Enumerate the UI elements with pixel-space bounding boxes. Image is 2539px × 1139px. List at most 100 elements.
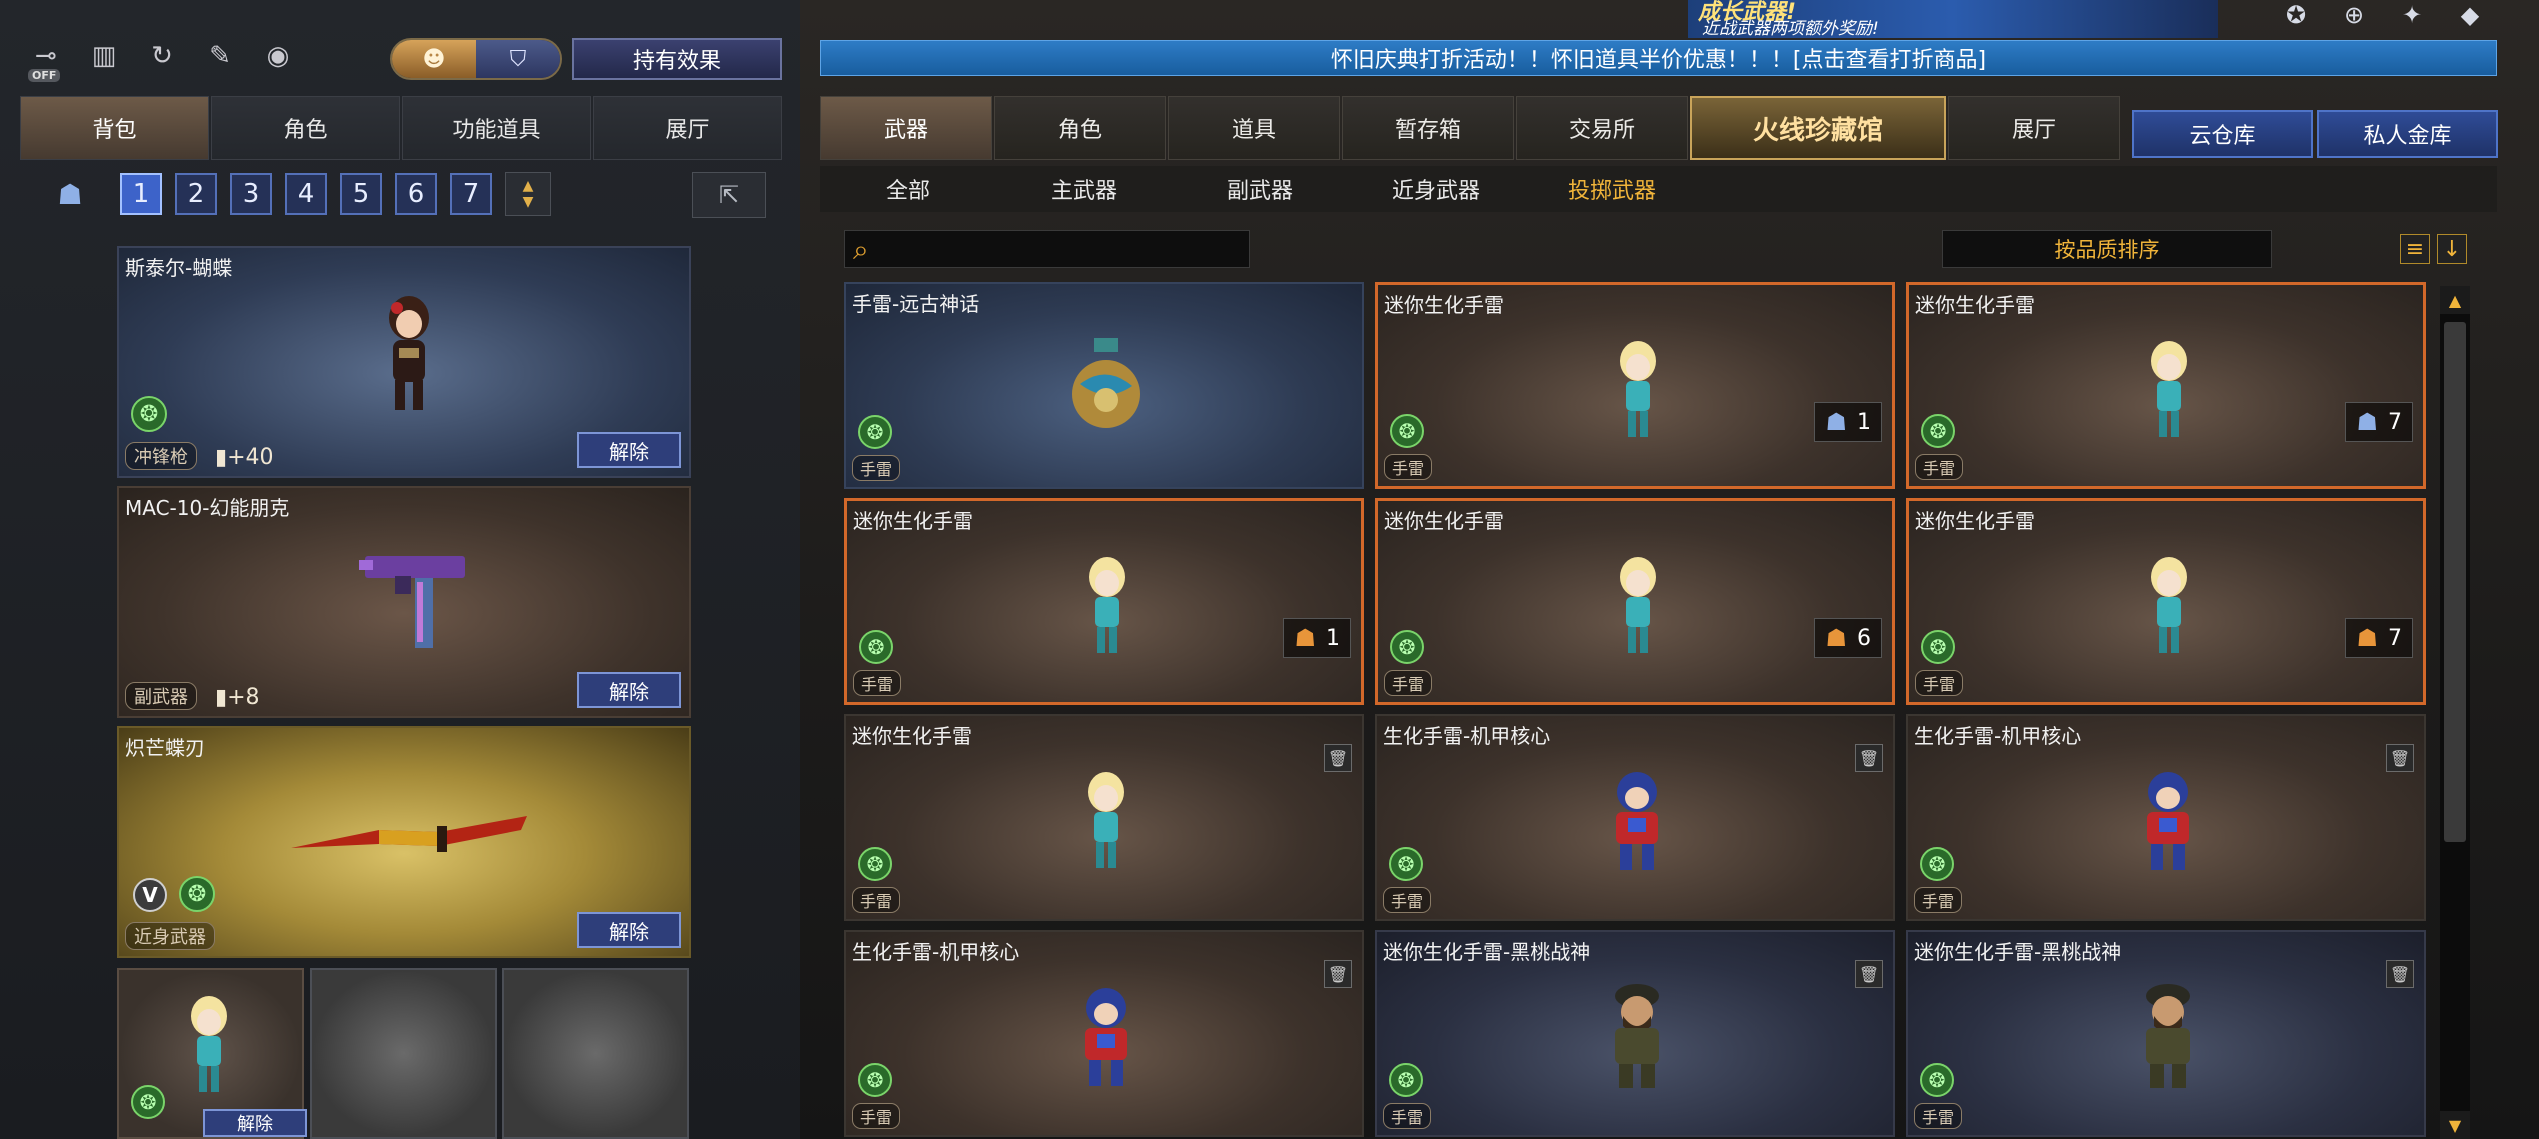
trash-icon[interactable]: 🗑 (2386, 960, 2414, 988)
reward-badge-icon: ❂ (131, 1085, 165, 1119)
mini-character-sprite (2151, 557, 2187, 653)
tab-backpack[interactable]: 背包 (20, 96, 209, 160)
trash-icon[interactable]: 🗑 (1855, 960, 1883, 988)
filter-secondary[interactable]: 副武器 (1172, 173, 1348, 205)
mini-character-sprite (191, 996, 227, 1092)
trash-icon[interactable]: 🗑 (2386, 744, 2414, 772)
item-card[interactable]: 迷你生化手雷 ☗ 1 ❂ 手雷 (844, 498, 1364, 705)
discount-notice[interactable]: 怀旧庆典打折活动！！怀旧道具半价优惠！！！[点击查看打折商品] (820, 40, 2497, 76)
backpack-page-row: ☗ 1 2 3 4 5 6 7 ▲ ▼ (50, 172, 551, 216)
backpack-icon: ☗ (2356, 408, 2378, 436)
backpack-icon: ☗ (57, 177, 83, 211)
crosshair-icon[interactable]: ⊕ (2336, 0, 2372, 30)
weapon-icon[interactable]: ✦ (2394, 0, 2430, 30)
page-scroll-arrows[interactable]: ▲ ▼ (505, 172, 551, 216)
right-tabs: 武器 角色 道具 暂存箱 交易所 火线珍藏馆 展厅 (820, 96, 2120, 160)
scroll-down-icon[interactable]: ▼ (2440, 1111, 2470, 1139)
podium-icon[interactable]: ▥ (82, 34, 126, 78)
equipped-slot-secondary[interactable]: MAC-10-幻能朋克 副武器 ▮+8 解除 (117, 486, 691, 718)
toggle-off-icon[interactable]: ⊸ OFF (24, 34, 68, 82)
item-card[interactable]: 迷你生化手雷 ☗ 7 ❂ 手雷 (1906, 282, 2426, 489)
tab-items[interactable]: 道具 (1168, 96, 1340, 160)
item-count-value: 1 (1857, 409, 1871, 435)
page-button-4[interactable]: 4 (285, 173, 327, 215)
holding-effect-button[interactable]: 持有效果 (572, 38, 782, 80)
mode-toggle[interactable]: ☻ ⛉ (390, 38, 562, 80)
reward-badge-icon: ❂ (1920, 847, 1954, 881)
equipped-slot-throwable[interactable]: ❂ 解除 (117, 968, 307, 1139)
tab-collection-museum[interactable]: 火线珍藏馆 (1690, 96, 1946, 160)
trash-icon[interactable]: 🗑 (1855, 744, 1883, 772)
item-grid-scrollbar[interactable]: ▲ ▼ (2440, 286, 2470, 1139)
unequip-button[interactable]: 解除 (577, 432, 681, 468)
filter-primary[interactable]: 主武器 (996, 173, 1172, 205)
pistol-sprite (359, 556, 465, 648)
empty-slot[interactable] (502, 968, 689, 1139)
character-mode-icon[interactable]: ☻ (392, 40, 476, 78)
medal-icon[interactable]: ✪ (2278, 0, 2314, 30)
trash-icon[interactable]: 🗑 (1324, 744, 1352, 772)
trash-icon[interactable]: 🗑 (1324, 960, 1352, 988)
page-button-1[interactable]: 1 (120, 173, 162, 215)
list-view-icon[interactable]: ≡ (2400, 234, 2430, 264)
sort-dropdown[interactable]: 按品质排序 (1942, 230, 2272, 268)
tab-exchange[interactable]: 交易所 (1516, 96, 1688, 160)
top-toolbar: ⊸ OFF ▥ ↻ ✎ ◉ (24, 34, 300, 82)
transfer-button[interactable]: ⇱ (692, 172, 766, 218)
item-type: 手雷 (1914, 887, 1963, 913)
tab-characters[interactable]: 角色 (994, 96, 1166, 160)
replay-icon[interactable]: ↻ (140, 34, 184, 78)
scroll-thumb[interactable] (2444, 322, 2466, 842)
arrow-down-icon[interactable]: ▼ (523, 194, 534, 210)
page-button-3[interactable]: 3 (230, 173, 272, 215)
page-button-5[interactable]: 5 (340, 173, 382, 215)
scroll-up-icon[interactable]: ▲ (2440, 286, 2470, 314)
shield-mode-icon[interactable]: ⛉ (476, 40, 560, 78)
item-card[interactable]: 手雷-远古神话 ❂ 手雷 (844, 282, 1364, 489)
equipped-slot-primary[interactable]: 斯泰尔-蝴蝶 ❂ 冲锋枪 ▮+40 解除 (117, 246, 691, 478)
promo-banner[interactable]: 成长武器! 近战武器两项额外奖励! (1688, 0, 2218, 39)
page-button-6[interactable]: 6 (395, 173, 437, 215)
tab-showroom[interactable]: 展厅 (593, 96, 782, 160)
tab-character[interactable]: 角色 (211, 96, 400, 160)
equipped-slot-melee[interactable]: 炽芒蝶刃 V ❂ 近身武器 解除 (117, 726, 691, 958)
arrow-up-icon[interactable]: ▲ (523, 178, 534, 194)
sort-direction-icon[interactable]: ↓ (2437, 234, 2467, 264)
ammo-bonus: ▮+40 (215, 445, 274, 470)
item-card[interactable]: 生化手雷-机甲核心 🗑 ❂ 手雷 (1375, 714, 1895, 921)
private-vault-button[interactable]: 私人金库 (2317, 110, 2498, 158)
reward-badge-icon: ❂ (858, 415, 892, 449)
item-card[interactable]: 迷你生化手雷 ☗ 7 ❂ 手雷 (1906, 498, 2426, 705)
transfer-icon: ⇱ (718, 181, 740, 209)
item-count-value: 7 (2388, 409, 2402, 435)
page-button-7[interactable]: 7 (450, 173, 492, 215)
tab-storage-box[interactable]: 暂存箱 (1342, 96, 1514, 160)
search-input[interactable]: ⌕ (844, 230, 1250, 268)
filter-melee[interactable]: 近身武器 (1348, 173, 1524, 205)
unequip-button[interactable]: 解除 (203, 1109, 307, 1137)
tab-showroom-right[interactable]: 展厅 (1948, 96, 2120, 160)
item-name: 迷你生化手雷-黑桃战神 (1383, 940, 1591, 964)
tab-function-items[interactable]: 功能道具 (402, 96, 591, 160)
item-card[interactable]: 迷你生化手雷 🗑 ❂ 手雷 (844, 714, 1364, 921)
cloud-warehouse-button[interactable]: 云仓库 (2132, 110, 2313, 158)
diamond-icon[interactable]: ◆ (2452, 0, 2488, 30)
item-name: 迷你生化手雷 (1384, 509, 1504, 533)
empty-slot[interactable] (310, 968, 497, 1139)
mouse-icon[interactable]: ◉ (256, 34, 300, 78)
character-edit-icon[interactable]: ✎ (198, 34, 242, 78)
item-card[interactable]: 生化手雷-机甲核心 🗑 ❂ 手雷 (844, 930, 1364, 1137)
item-card[interactable]: 迷你生化手雷 ☗ 1 ❂ 手雷 (1375, 282, 1895, 489)
unequip-button[interactable]: 解除 (577, 912, 681, 948)
filter-all[interactable]: 全部 (820, 173, 996, 205)
page-button-2[interactable]: 2 (175, 173, 217, 215)
unequip-button[interactable]: 解除 (577, 672, 681, 708)
item-card[interactable]: 迷你生化手雷 ☗ 6 ❂ 手雷 (1375, 498, 1895, 705)
item-name: 生化手雷-机甲核心 (852, 940, 1020, 964)
item-card[interactable]: 生化手雷-机甲核心 🗑 ❂ 手雷 (1906, 714, 2426, 921)
mini-character-sprite (1620, 557, 1656, 653)
filter-throwable[interactable]: 投掷武器 (1524, 173, 1700, 205)
item-card[interactable]: 迷你生化手雷-黑桃战神 🗑 ❂ 手雷 (1906, 930, 2426, 1137)
item-card[interactable]: 迷你生化手雷-黑桃战神 🗑 ❂ 手雷 (1375, 930, 1895, 1137)
tab-weapons[interactable]: 武器 (820, 96, 992, 160)
